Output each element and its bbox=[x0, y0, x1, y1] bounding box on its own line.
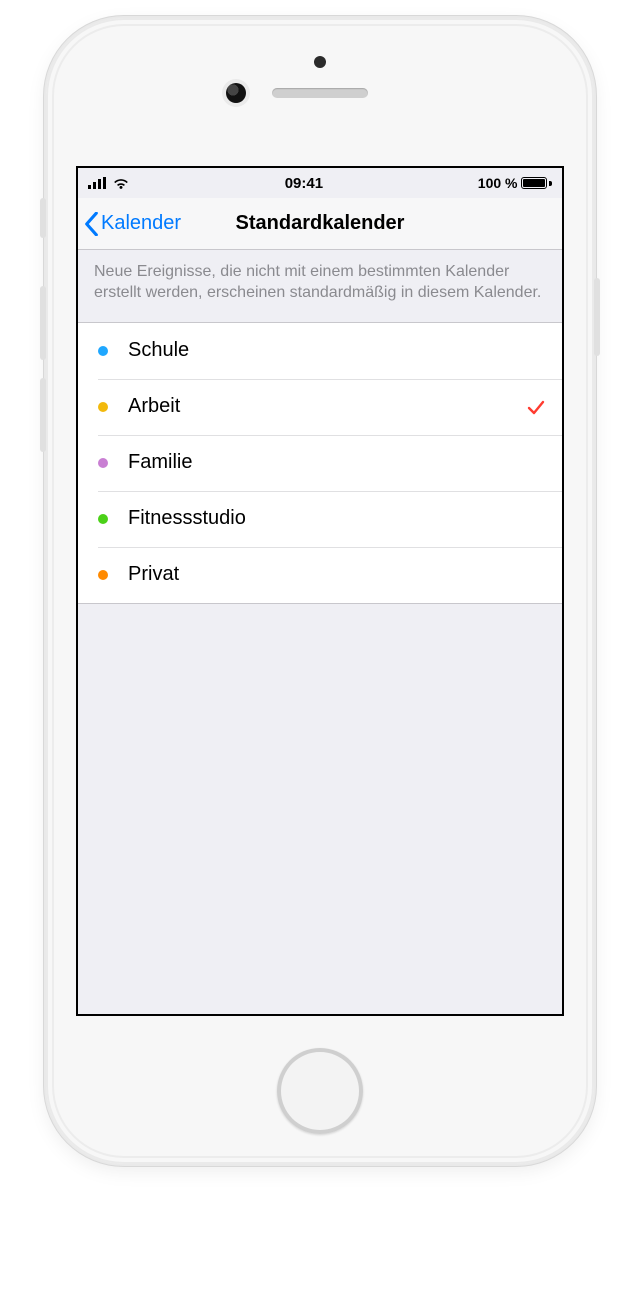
phone-frame: 09:41 100 % Kalender Standardkalender Ne… bbox=[46, 18, 594, 1164]
cellular-signal-icon bbox=[88, 177, 106, 189]
power-button bbox=[594, 278, 600, 356]
mute-switch bbox=[40, 198, 46, 238]
earpiece-speaker bbox=[272, 88, 368, 98]
calendar-color-dot bbox=[98, 458, 108, 468]
navigation-bar: Kalender Standardkalender bbox=[78, 198, 562, 250]
battery-icon bbox=[521, 177, 552, 189]
calendar-color-dot bbox=[98, 346, 108, 356]
empty-area bbox=[78, 604, 562, 1014]
back-button[interactable]: Kalender bbox=[84, 198, 181, 249]
status-bar: 09:41 100 % bbox=[78, 168, 562, 198]
chevron-left-icon bbox=[84, 212, 99, 236]
calendar-row[interactable]: Privat bbox=[78, 547, 562, 603]
back-label: Kalender bbox=[101, 212, 181, 235]
battery-percent: 100 % bbox=[478, 175, 518, 191]
calendar-label: Familie bbox=[128, 451, 546, 474]
status-right: 100 % bbox=[478, 175, 552, 191]
calendar-color-dot bbox=[98, 570, 108, 580]
front-camera bbox=[226, 83, 246, 103]
calendar-color-dot bbox=[98, 514, 108, 524]
page-title: Standardkalender bbox=[236, 212, 405, 235]
screen: 09:41 100 % Kalender Standardkalender Ne… bbox=[76, 166, 564, 1016]
section-description: Neue Ereignisse, die nicht mit einem bes… bbox=[78, 250, 562, 322]
checkmark-icon bbox=[526, 397, 546, 417]
calendar-label: Schule bbox=[128, 339, 546, 362]
status-left bbox=[88, 177, 130, 190]
calendar-label: Privat bbox=[128, 563, 546, 586]
calendar-label: Arbeit bbox=[128, 395, 526, 418]
calendar-row[interactable]: Familie bbox=[78, 435, 562, 491]
calendar-row[interactable]: Arbeit bbox=[78, 379, 562, 435]
calendar-row[interactable]: Schule bbox=[78, 323, 562, 379]
proximity-sensor bbox=[314, 56, 326, 68]
calendar-label: Fitnessstudio bbox=[128, 507, 546, 530]
volume-up-button bbox=[40, 286, 46, 360]
calendar-color-dot bbox=[98, 402, 108, 412]
home-button[interactable] bbox=[277, 1048, 363, 1134]
calendar-row[interactable]: Fitnessstudio bbox=[78, 491, 562, 547]
volume-down-button bbox=[40, 378, 46, 452]
status-time: 09:41 bbox=[285, 175, 323, 192]
calendar-list: Schule Arbeit Familie Fitnessstudio Privat bbox=[78, 322, 562, 604]
wifi-icon bbox=[112, 177, 130, 190]
